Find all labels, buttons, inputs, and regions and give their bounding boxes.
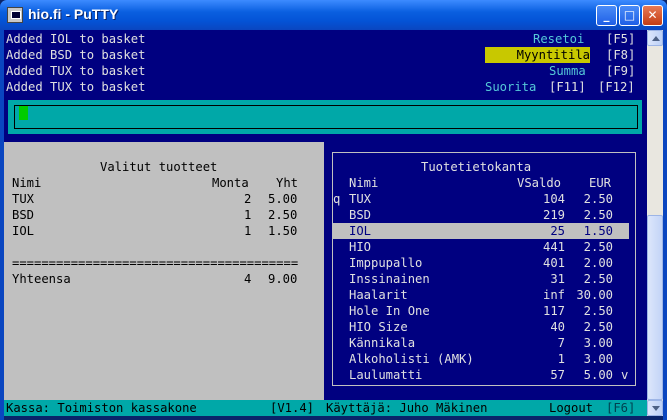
- database-row-price: 3.00: [583, 352, 613, 366]
- scroll-down-marker: v: [621, 368, 629, 382]
- menu-reset[interactable]: Resetoi: [533, 31, 584, 47]
- database-row-name: IOL: [349, 224, 372, 238]
- logout-key: [F6]: [606, 401, 636, 415]
- selected-separator: =======================================: [12, 256, 299, 270]
- log-line: Added BSD to basket: [6, 48, 146, 62]
- window-frame-right: [663, 30, 667, 420]
- selected-row-name: BSD: [12, 208, 35, 222]
- minimize-icon: _: [603, 8, 610, 22]
- title-bar[interactable]: hio.fi - PuTTY _ □ ✕: [0, 0, 667, 30]
- terminal-area[interactable]: Added IOL to basket Added BSD to basket …: [4, 30, 647, 416]
- database-row-name: Kännikala: [349, 336, 416, 350]
- selected-col-total: Yht: [276, 176, 299, 190]
- database-row-name: Haalarit: [349, 288, 408, 302]
- database-row-price: 2.00: [583, 256, 613, 270]
- selected-title: Valitut tuotteet: [100, 160, 218, 174]
- database-row-stock: 7: [557, 336, 565, 350]
- selected-row-qty: 1: [244, 208, 252, 222]
- database-row-price: 1.50: [583, 224, 613, 238]
- command-input-border: [14, 105, 638, 129]
- database-row-name: TUX: [349, 192, 372, 206]
- close-icon: ✕: [647, 8, 658, 22]
- status-bar: Kassa: Toimiston kassakone [V1.4] Käyttä…: [4, 400, 647, 416]
- menu-sum-key: [F9]: [606, 64, 636, 78]
- menu-execute[interactable]: Suorita: [485, 79, 536, 95]
- menu-extra-key: [F12]: [598, 80, 635, 94]
- minimize-button[interactable]: _: [596, 5, 617, 26]
- close-button[interactable]: ✕: [642, 5, 663, 26]
- database-row-stock: 40: [550, 320, 565, 334]
- menu-mode[interactable]: Myyntitila: [485, 47, 590, 63]
- log-line: Added IOL to basket: [6, 32, 146, 46]
- database-row-stock: 1: [557, 352, 565, 366]
- log-line: Added TUX to basket: [6, 64, 146, 78]
- selected-row-total: 5.00: [268, 192, 298, 206]
- database-row-price: 2.50: [583, 192, 613, 206]
- selected-row-total: 2.50: [268, 208, 298, 222]
- scroll-thumb[interactable]: [647, 215, 663, 400]
- menu-mode-key: [F8]: [606, 48, 636, 62]
- selected-sum-label: Yhteensa: [12, 272, 71, 286]
- database-row-price: 2.50: [583, 304, 613, 318]
- selected-row-name: IOL: [12, 224, 35, 238]
- database-row-name: BSD: [349, 208, 372, 222]
- log-line: Added TUX to basket: [6, 80, 146, 94]
- vertical-scrollbar[interactable]: [647, 30, 663, 416]
- database-row-stock: 401: [542, 256, 565, 270]
- database-row-name: HIO Size: [349, 320, 408, 334]
- database-row-name: Hole In One: [349, 304, 430, 318]
- database-row-name: Alkoholisti (AMK): [349, 352, 474, 366]
- database-row-stock: 104: [542, 192, 565, 206]
- window-title: hio.fi - PuTTY: [28, 6, 119, 22]
- database-row-name: Inssinainen: [349, 272, 430, 286]
- status-version: [V1.4]: [270, 401, 315, 415]
- status-user: Käyttäjä: Juho Mäkinen: [326, 401, 488, 415]
- database-row-stock: 441: [542, 240, 565, 254]
- selected-products-panel: Valitut tuotteet Nimi Monta Yht TUX 2 5.…: [4, 142, 324, 400]
- database-row-name: Imppupallo: [349, 256, 423, 270]
- database-row-price: 5.00: [583, 368, 613, 382]
- maximize-icon: □: [623, 8, 636, 22]
- database-row-price: 2.50: [583, 240, 613, 254]
- selected-row-qty: 1: [244, 224, 252, 238]
- scroll-up-marker: q: [333, 192, 341, 206]
- selected-row-qty: 2: [244, 192, 252, 206]
- database-row-stock: 25: [550, 224, 565, 238]
- menu-sum[interactable]: Summa: [549, 63, 586, 79]
- menu-execute-key: [F11]: [549, 80, 586, 94]
- scroll-up-button[interactable]: [647, 30, 663, 46]
- menu-reset-key: [F5]: [606, 32, 636, 46]
- scroll-down-button[interactable]: [647, 400, 663, 416]
- putty-app-icon[interactable]: [7, 7, 23, 23]
- putty-window: hio.fi - PuTTY _ □ ✕ Added IOL to basket…: [0, 0, 667, 420]
- database-row-stock: 31: [550, 272, 565, 286]
- text-cursor: [19, 106, 28, 120]
- selected-sum-total: 9.00: [268, 272, 298, 286]
- selected-row-total: 1.50: [268, 224, 298, 238]
- logout-button[interactable]: Logout: [549, 400, 593, 416]
- database-row-name: HIO: [349, 240, 372, 254]
- database-row-price: 2.50: [583, 208, 613, 222]
- selected-sum-qty: 4: [244, 272, 252, 286]
- database-col-price: EUR: [589, 176, 612, 190]
- status-register: Kassa: Toimiston kassakone: [6, 401, 197, 415]
- database-title: Tuotetietokanta: [421, 160, 532, 174]
- database-row-stock: 219: [542, 208, 565, 222]
- command-input[interactable]: [8, 100, 642, 134]
- maximize-button[interactable]: □: [619, 5, 640, 26]
- database-row-name: Laulumatti: [349, 368, 423, 382]
- database-row-price: 3.00: [583, 336, 613, 350]
- database-col-name: Nimi: [349, 176, 379, 190]
- database-row-stock: 57: [550, 368, 565, 382]
- selected-col-qty: Monta: [212, 176, 249, 190]
- database-row-stock: 117: [542, 304, 565, 318]
- selected-row-name: TUX: [12, 192, 35, 206]
- database-row-stock: inf: [542, 288, 565, 302]
- database-col-stock: VSaldo: [517, 176, 562, 190]
- selected-col-name: Nimi: [12, 176, 42, 190]
- database-row-price: 30.00: [576, 288, 613, 302]
- database-row-price: 2.50: [583, 272, 613, 286]
- database-row-price: 2.50: [583, 320, 613, 334]
